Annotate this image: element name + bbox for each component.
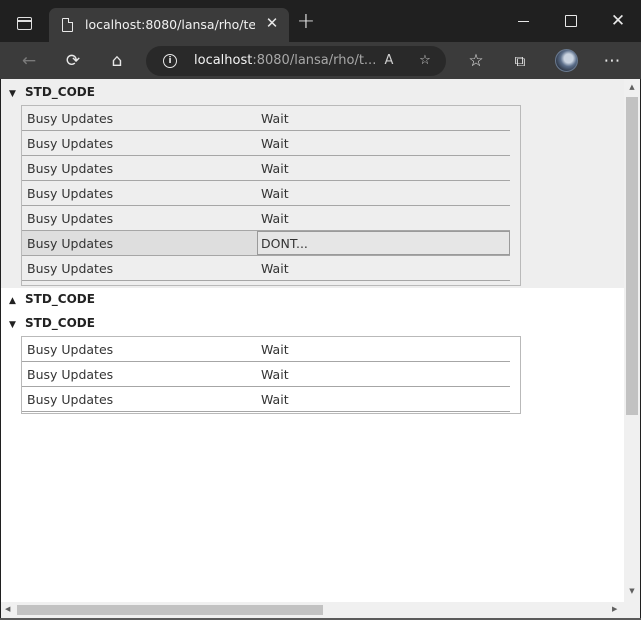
add-favorite-icon[interactable]: ☆	[414, 50, 436, 72]
site-info-icon[interactable]: i	[163, 54, 177, 68]
grid-cell: Wait	[261, 186, 289, 201]
more-menu-icon[interactable]: ⋯	[599, 48, 625, 74]
vertical-scroll-thumb[interactable]	[626, 97, 638, 415]
table-row[interactable]: Busy Updates Wait	[22, 106, 510, 131]
browser-tab[interactable]: localhost:8080/lansa/rho/test720 ✕	[49, 8, 289, 42]
browser-toolbar: ← ⟳ ⌂ i localhost:8080/lansa/rho/t... A …	[0, 42, 641, 79]
grid-cell: Wait	[261, 342, 289, 357]
address-path: :8080/lansa/rho/t...	[252, 53, 377, 68]
collapse-arrow-icon[interactable]: ▼	[9, 89, 21, 99]
data-grid: Busy Updates Wait Busy Updates Wait Busy U…	[21, 336, 521, 414]
horizontal-scroll-thumb[interactable]	[17, 605, 323, 615]
grid-cell: Wait	[261, 111, 289, 126]
maximize-button[interactable]	[559, 10, 583, 32]
profile-avatar[interactable]	[555, 49, 578, 72]
address-url[interactable]: localhost:8080/lansa/rho/t...	[194, 53, 376, 68]
grid-cell: Busy Updates	[27, 392, 114, 407]
page-icon	[62, 17, 74, 32]
tab-title: localhost:8080/lansa/rho/test720	[85, 17, 255, 32]
grid-cell: Busy Updates	[27, 367, 114, 382]
table-row-selected[interactable]: Busy Updates DONT...	[22, 231, 510, 256]
title-bar: localhost:8080/lansa/rho/test720 ✕ + ✕	[0, 0, 641, 42]
grid-cell: Busy Updates	[27, 186, 114, 201]
group-title: STD_CODE	[25, 316, 95, 330]
back-arrow-icon[interactable]: ←	[16, 48, 42, 74]
collapse-arrow-icon[interactable]: ▼	[9, 320, 21, 330]
favorites-icon[interactable]: ☆	[463, 48, 489, 74]
group-title: STD_CODE	[25, 292, 95, 306]
window-close-button[interactable]: ✕	[606, 10, 630, 32]
home-icon[interactable]: ⌂	[104, 48, 130, 74]
expand-arrow-icon[interactable]: ▲	[9, 296, 21, 306]
scroll-right-arrow-icon[interactable]: ▶	[612, 605, 617, 613]
grid-cell: Wait	[261, 261, 289, 276]
grid-cell: Wait	[261, 211, 289, 226]
address-host: localhost	[194, 53, 253, 68]
grid-cell: Wait	[261, 392, 289, 407]
group-header[interactable]: ▼ STD_CODE	[9, 316, 95, 334]
table-row[interactable]: Busy Updates Wait	[22, 387, 510, 412]
table-row[interactable]: Busy Updates Wait	[22, 206, 510, 231]
grid-cell: Busy Updates	[27, 111, 114, 126]
minimize-button[interactable]	[512, 10, 536, 32]
page-viewport: ▼ STD_CODE Busy Updates Wait Busy Updates W…	[1, 79, 624, 602]
grid-cell: Wait	[261, 136, 289, 151]
table-row[interactable]: Busy Updates Wait	[22, 337, 510, 362]
grid-cell: Busy Updates	[27, 211, 114, 226]
horizontal-scrollbar[interactable]: ◀ ▶	[1, 602, 624, 618]
table-row[interactable]: Busy Updates Wait	[22, 362, 510, 387]
scroll-left-arrow-icon[interactable]: ◀	[5, 605, 10, 613]
grid-cell: Busy Updates	[27, 342, 114, 357]
scroll-down-arrow-icon[interactable]: ▼	[627, 587, 637, 595]
table-row[interactable]: Busy Updates Wait	[22, 156, 510, 181]
scrollbar-corner	[624, 602, 640, 618]
table-row[interactable]: Busy Updates Wait	[22, 181, 510, 206]
group-header[interactable]: ▼ STD_CODE	[9, 85, 95, 103]
grid-cell: Busy Updates	[27, 236, 114, 251]
grid-cell: Wait	[261, 161, 289, 176]
table-row[interactable]: Busy Updates Wait	[22, 256, 510, 281]
scroll-up-arrow-icon[interactable]: ▲	[627, 83, 637, 91]
grid-cell: DONT...	[261, 236, 308, 251]
new-tab-button[interactable]: +	[296, 11, 316, 33]
grid-cell: Wait	[261, 367, 289, 382]
vertical-scrollbar[interactable]: ▲ ▼	[624, 79, 640, 602]
collections-icon[interactable]: ⧉	[507, 48, 533, 74]
group-header[interactable]: ▲ STD_CODE	[9, 292, 95, 310]
grid-cell: Busy Updates	[27, 261, 114, 276]
grid-cell: Busy Updates	[27, 161, 114, 176]
refresh-icon[interactable]: ⟳	[60, 48, 86, 74]
grid-cell: Busy Updates	[27, 136, 114, 151]
address-bar[interactable]: i localhost:8080/lansa/rho/t... A ☆	[146, 46, 446, 76]
group-title: STD_CODE	[25, 85, 95, 99]
read-aloud-icon[interactable]: A	[378, 50, 400, 72]
data-grid: Busy Updates Wait Busy Updates Wait Busy U…	[21, 105, 521, 286]
tab-close-icon[interactable]: ✕	[262, 13, 282, 33]
table-row[interactable]: Busy Updates Wait	[22, 131, 510, 156]
window-menu-icon[interactable]	[17, 17, 32, 30]
